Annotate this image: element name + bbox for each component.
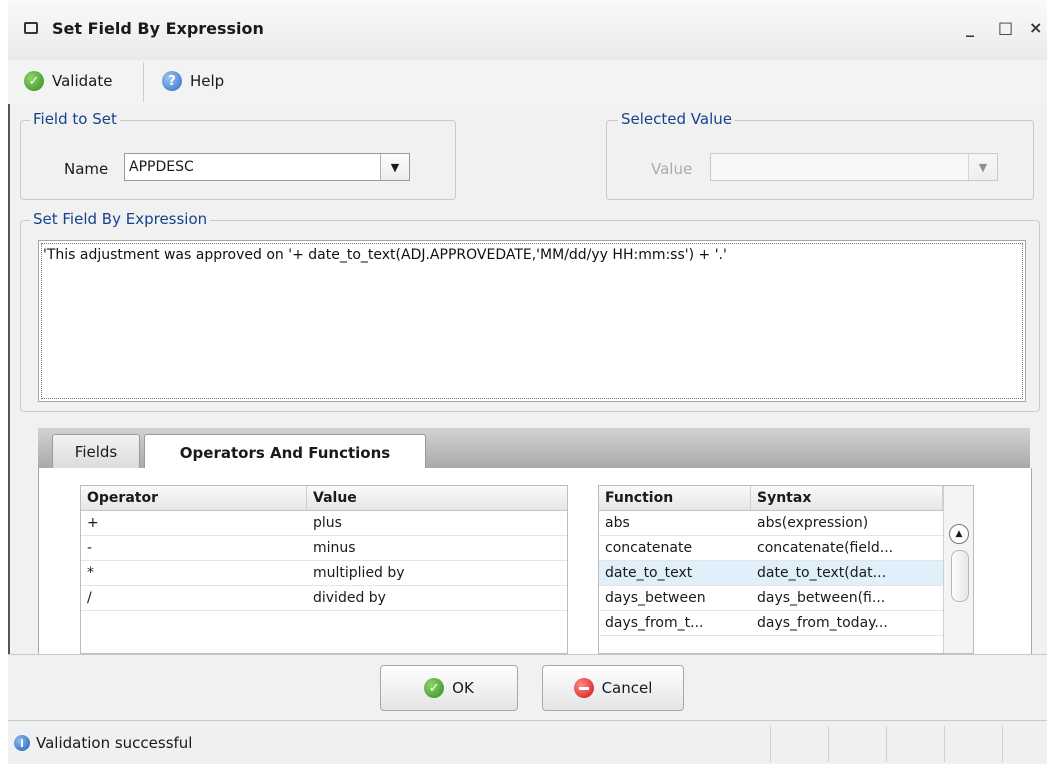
column-header[interactable]: Value (307, 486, 567, 510)
syntax-cell: date_to_text(dat... (757, 565, 887, 581)
table-row-selected[interactable]: date_to_text date_to_text(dat... (599, 561, 943, 586)
status-divider (1002, 726, 1003, 762)
table-row[interactable]: days_from_t... days_from_today... (599, 611, 943, 636)
check-circle-icon: ✓ (424, 678, 445, 698)
value-label: Value (651, 160, 693, 178)
status-message: i Validation successful (14, 734, 192, 752)
field-to-set-legend: Field to Set (30, 110, 120, 128)
function-cell: days_from_t... (605, 615, 704, 631)
maximize-button[interactable]: □ (998, 18, 1013, 37)
table-row[interactable]: * multiplied by (81, 561, 567, 586)
tab-operators-and-functions[interactable]: Operators And Functions (144, 434, 426, 470)
expression-textarea[interactable]: 'This adjustment was approved on '+ date… (38, 240, 1026, 402)
column-header[interactable]: Syntax (751, 486, 943, 510)
syntax-cell: days_between(fi... (757, 590, 886, 606)
table-row[interactable]: / divided by (81, 586, 567, 611)
cancel-button[interactable]: Cancel (542, 665, 684, 711)
toolbar-separator (143, 62, 144, 102)
functions-grid-header: Function Syntax (599, 486, 943, 511)
cancel-label: Cancel (601, 679, 653, 697)
info-circle-icon: i (14, 735, 30, 751)
scrollbar-thumb[interactable] (951, 550, 969, 602)
close-button[interactable]: × (1029, 18, 1042, 37)
status-divider (828, 726, 829, 762)
tab-fields[interactable]: Fields (52, 434, 140, 468)
window-title: Set Field By Expression (52, 19, 264, 38)
operator-cell: / (87, 590, 92, 606)
value-cell: plus (313, 515, 342, 531)
value-combo: ▼ (710, 153, 998, 181)
operator-cell: - (87, 540, 93, 556)
name-combo[interactable]: APPDESC ▼ (124, 153, 410, 181)
column-header[interactable]: Operator (81, 486, 307, 510)
functions-grid: Function Syntax abs abs(expression) conc… (598, 485, 974, 654)
status-divider (944, 726, 945, 762)
syntax-cell: concatenate(field... (757, 540, 894, 556)
table-row[interactable]: concatenate concatenate(field... (599, 536, 943, 561)
help-circle-icon: ? (162, 71, 182, 91)
operator-cell: + (87, 515, 99, 531)
function-cell: days_between (605, 590, 706, 606)
function-cell: date_to_text (605, 565, 693, 581)
chevron-down-icon: ▼ (968, 154, 997, 180)
button-bar (8, 654, 1047, 721)
check-circle-icon: ✓ (24, 71, 44, 91)
operator-cell: * (87, 565, 94, 581)
value-cell: multiplied by (313, 565, 405, 581)
window-icon (24, 22, 38, 34)
column-header[interactable]: Function (599, 486, 751, 510)
table-row[interactable]: days_between days_between(fi... (599, 586, 943, 611)
syntax-cell: days_from_today... (757, 615, 888, 631)
syntax-cell: abs(expression) (757, 515, 869, 531)
chevron-down-icon[interactable]: ▼ (380, 154, 409, 180)
table-row[interactable]: abs abs(expression) (599, 511, 943, 536)
operators-grid-header: Operator Value (81, 486, 567, 511)
value-cell: minus (313, 540, 356, 556)
operators-grid: Operator Value + plus - minus * multipli… (80, 485, 568, 654)
selected-value-legend: Selected Value (618, 110, 735, 128)
help-button[interactable]: ? Help (162, 66, 224, 96)
scroll-up-icon[interactable]: ▲ (949, 524, 969, 544)
validate-button[interactable]: ✓ Validate (24, 66, 112, 96)
table-row[interactable]: - minus (81, 536, 567, 561)
function-cell: concatenate (605, 540, 693, 556)
help-label: Help (190, 72, 225, 90)
ok-button[interactable]: ✓ OK (380, 665, 518, 711)
function-cell: abs (605, 515, 630, 531)
functions-scrollbar[interactable]: ▲ (943, 486, 973, 653)
status-divider (886, 726, 887, 762)
validate-label: Validate (52, 72, 113, 90)
expression-legend: Set Field By Expression (30, 210, 211, 228)
minus-circle-icon (573, 678, 594, 698)
name-combo-value: APPDESC (129, 159, 194, 175)
status-text: Validation successful (36, 734, 193, 752)
ok-label: OK (452, 679, 474, 697)
value-cell: divided by (313, 590, 386, 606)
minimize-button[interactable]: _ (966, 18, 974, 37)
table-row[interactable]: + plus (81, 511, 567, 536)
name-label: Name (64, 160, 109, 178)
status-divider (770, 726, 771, 762)
